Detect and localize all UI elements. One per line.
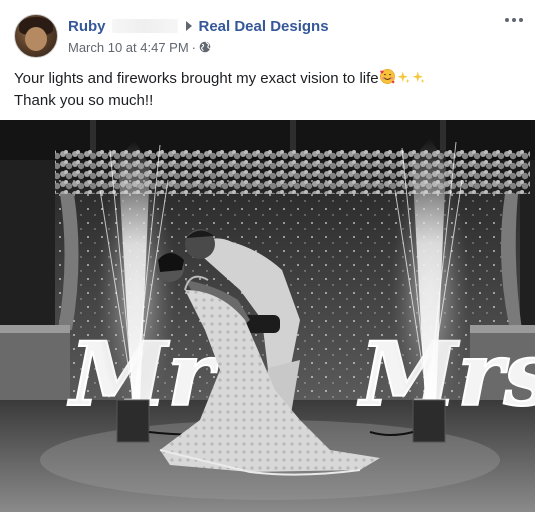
globe-icon[interactable] [199,41,211,53]
post-header: Ruby Real Deal Designs [68,16,329,36]
sparkles-icon [412,71,425,84]
spark-machine-right [412,399,446,443]
author-name-link[interactable]: Ruby [68,18,106,35]
meta-separator: · [191,39,197,55]
post-bottom-edge [0,512,535,516]
sparkles-icon [397,71,410,84]
redacted-surname [111,19,178,33]
post-text-line-2: Thank you so much!! [14,92,154,109]
post-timestamp-link[interactable]: March 10 at 4:47 PM [68,40,189,55]
more-options-icon[interactable] [505,16,523,24]
post-text-line-1: Your lights and fireworks brought my exa… [14,68,524,90]
post-text-line-1-text: Your lights and fireworks brought my exa… [14,70,379,87]
page-name-link[interactable]: Real Deal Designs [199,18,329,35]
smiling-face-with-hearts-icon [379,69,395,84]
wedding-first-dance-photo: Mr Mrs [0,120,535,512]
author-avatar[interactable] [14,14,58,58]
facebook-post: Ruby Real Deal Designs March 10 at 4:47 … [0,0,535,516]
spark-machine-left [116,399,150,443]
post-message: Your lights and fireworks brought my exa… [14,68,524,112]
shared-to-arrow-icon [185,21,192,31]
post-meta: March 10 at 4:47 PM · [68,38,211,56]
post-photo[interactable]: Mr Mrs [0,120,535,512]
